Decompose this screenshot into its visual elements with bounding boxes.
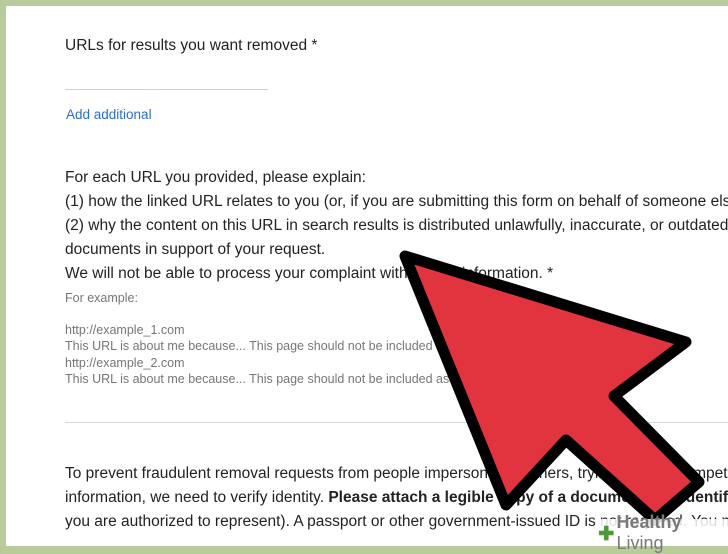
pointer-arrow-icon	[399, 250, 705, 526]
brand-watermark: Healthy Living	[596, 512, 728, 553]
brand-name-bold: Healthy	[616, 511, 682, 532]
plus-icon	[598, 525, 614, 540]
brand-name-rest: Living	[616, 532, 664, 553]
brand-name: Healthy Living	[617, 512, 724, 554]
arrow-shape	[399, 250, 705, 526]
